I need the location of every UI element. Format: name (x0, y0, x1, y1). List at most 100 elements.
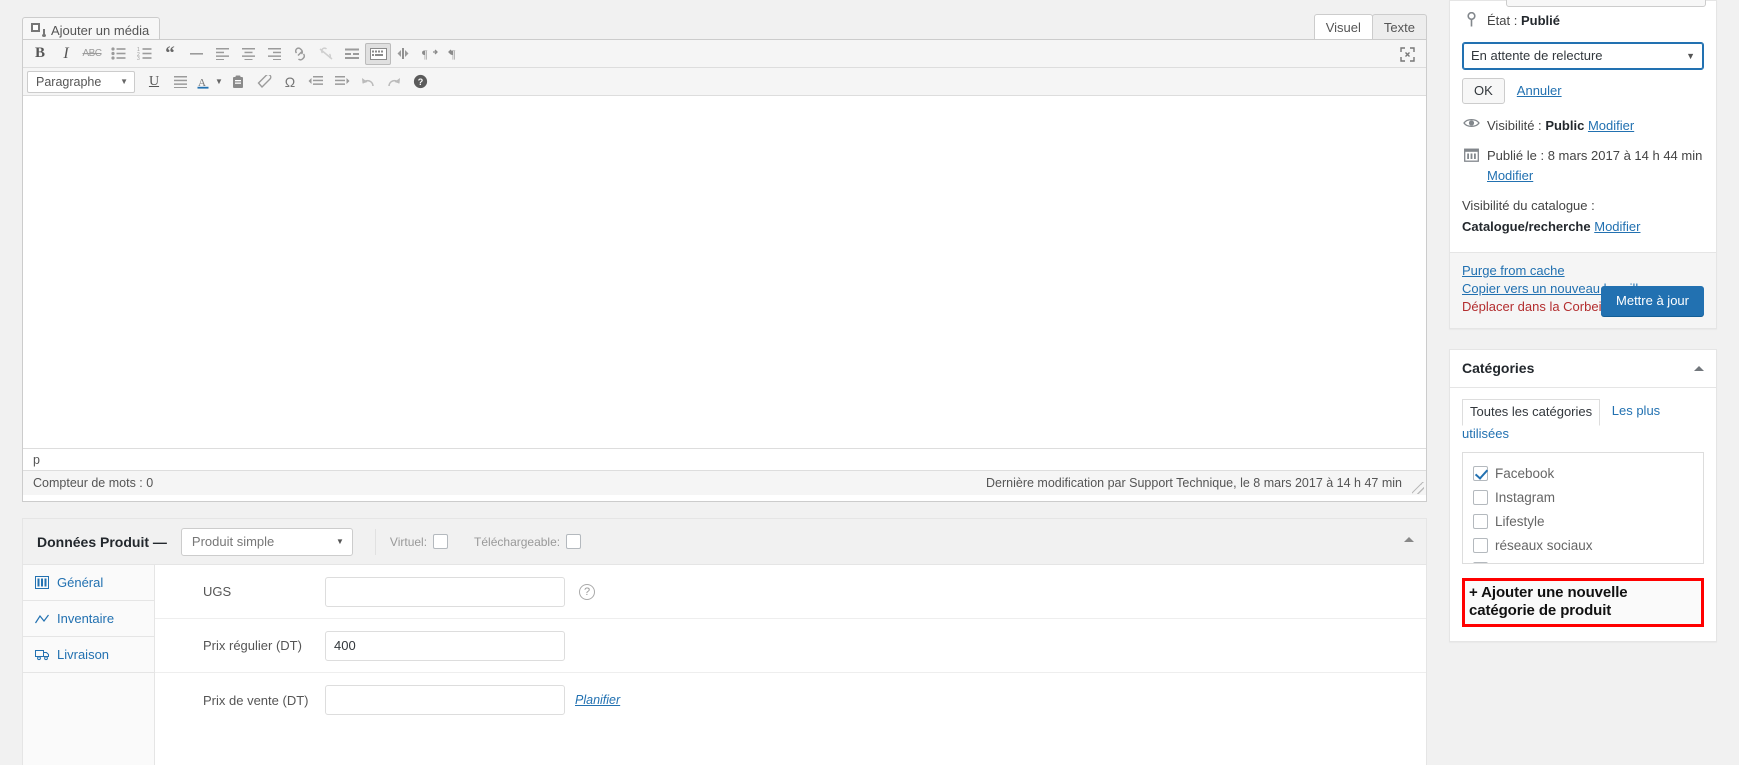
chevron-down-icon: ▼ (335, 537, 344, 546)
svg-text:?: ? (417, 77, 423, 87)
tab-general[interactable]: Général (23, 565, 154, 601)
state-value: Publié (1520, 13, 1560, 28)
read-more-icon[interactable] (339, 43, 365, 65)
media-icon (31, 23, 46, 37)
prix-vente-input[interactable] (325, 685, 565, 715)
special-character-icon[interactable]: Ω (277, 71, 303, 93)
category-checkbox-youtube[interactable] (1473, 561, 1488, 564)
tab-all-categories[interactable]: Toutes les catégories (1462, 398, 1601, 427)
product-data-title: Données Produit — (37, 533, 167, 550)
state-row: État : Publié (1462, 11, 1704, 31)
ugs-input[interactable] (325, 576, 565, 607)
align-left-icon[interactable] (209, 43, 235, 65)
bold-icon[interactable]: B (27, 43, 53, 65)
align-center-icon[interactable] (235, 43, 261, 65)
add-new-category-link[interactable]: + Ajouter une nouvelle catégorie de prod… (1469, 584, 1697, 619)
visibility-edit-link[interactable]: Modifier (1588, 118, 1634, 133)
editor-mode-tabs: Visuel Texte (1313, 14, 1427, 40)
schedule-link[interactable]: Planifier (575, 693, 620, 707)
category-label-facebook: Facebook (1495, 465, 1555, 481)
preview-row: Prévisualiser les modifications (1450, 0, 1718, 7)
element-path: p (23, 448, 1426, 470)
align-right-icon[interactable] (261, 43, 287, 65)
indent-icon[interactable] (329, 71, 355, 93)
visibility-text: Visibilité : Public Modifier (1487, 116, 1634, 136)
editor-content-area[interactable] (23, 96, 1426, 448)
list-item[interactable]: Youtube (1473, 557, 1693, 564)
categories-body: Toutes les catégories Les plus utilisées… (1450, 388, 1716, 641)
category-label-lifestyle: Lifestyle (1495, 513, 1545, 529)
list-item[interactable]: Facebook (1473, 461, 1693, 485)
catalog-visibility-edit-link[interactable]: Modifier (1594, 219, 1640, 234)
ugs-label: UGS (203, 584, 232, 599)
list-item[interactable]: réseaux sociaux (1473, 533, 1693, 557)
italic-icon[interactable]: I (53, 43, 79, 65)
tab-text[interactable]: Texte (1371, 14, 1427, 40)
purge-cache-link[interactable]: Purge from cache (1462, 263, 1704, 278)
category-checkbox-facebook[interactable] (1473, 465, 1488, 481)
tab-visual[interactable]: Visuel (1313, 14, 1373, 40)
category-checkbox-instagram[interactable] (1473, 489, 1488, 505)
list-item[interactable]: Lifestyle (1473, 509, 1693, 533)
status-cancel-link[interactable]: Annuler (1517, 83, 1562, 98)
blockquote-icon[interactable]: “ (157, 43, 183, 65)
justify-icon[interactable] (167, 71, 193, 93)
add-new-category-highlight[interactable]: + Ajouter une nouvelle catégorie de prod… (1462, 578, 1704, 627)
text-direction-icon[interactable] (391, 43, 417, 65)
bulleted-list-icon[interactable] (105, 43, 131, 65)
tab-livraison-label: Livraison (57, 647, 110, 662)
unlink-icon[interactable] (313, 43, 339, 65)
update-button[interactable]: Mettre à jour (1601, 285, 1704, 316)
status-ok-button[interactable]: OK (1462, 77, 1505, 104)
format-select[interactable]: Paragraphe ▼ (27, 70, 135, 93)
virtual-checkbox[interactable] (433, 534, 449, 549)
product-type-select[interactable]: Produit simple ▼ (180, 527, 353, 556)
word-count: Compteur de mots : 0 (33, 476, 154, 490)
keyboard-shortcuts-icon[interactable]: ? (407, 71, 433, 93)
category-checkbox-reseaux-sociaux[interactable] (1473, 537, 1488, 553)
paste-as-text-icon[interactable] (225, 71, 251, 93)
ltr-icon[interactable]: ¶ (417, 43, 443, 65)
format-select-value: Paragraphe (36, 74, 102, 89)
numbered-list-icon[interactable]: 123 (131, 43, 157, 65)
redo-icon[interactable] (381, 71, 407, 93)
svg-text:¶: ¶ (422, 47, 428, 60)
rtl-icon[interactable]: ¶ (443, 43, 469, 65)
strikethrough-icon[interactable]: ABC (79, 43, 105, 65)
svg-text:3: 3 (137, 56, 140, 60)
category-checkbox-lifestyle[interactable] (1473, 513, 1488, 529)
underline-icon[interactable]: U (141, 71, 167, 93)
category-checklist[interactable]: Facebook Instagram Lifestyle réseaux soc… (1462, 452, 1704, 565)
preview-changes-button[interactable]: Prévisualiser les modifications (1505, 0, 1706, 7)
downloadable-checkbox[interactable] (566, 534, 582, 549)
clear-formatting-icon[interactable] (251, 71, 277, 93)
help-icon[interactable]: ? (579, 583, 595, 600)
prix-regulier-label: Prix régulier (DT) (203, 638, 302, 653)
editor-status-bar: Compteur de mots : 0 Dernière modificati… (23, 470, 1426, 495)
catalog-visibility-value: Catalogue/recherche (1462, 218, 1591, 234)
calendar-icon (1462, 146, 1480, 162)
horizontal-rule-icon[interactable] (183, 43, 209, 65)
element-path-value: p (33, 453, 40, 467)
post-status-select[interactable]: En attente de relecture ▼ (1462, 41, 1704, 70)
outdent-icon[interactable] (303, 71, 329, 93)
state-text: État : Publié (1487, 11, 1560, 31)
toolbar-toggle-icon[interactable] (365, 42, 391, 65)
chevron-up-icon[interactable] (1694, 365, 1704, 371)
undo-icon[interactable] (355, 71, 381, 93)
text-color-dropdown-icon[interactable]: ▼ (213, 71, 225, 93)
visibility-row: Visibilité : Public Modifier (1462, 116, 1704, 136)
catalog-visibility-row: Visibilité du catalogue : Catalogue/rech… (1462, 196, 1704, 238)
publish-date-edit-link[interactable]: Modifier (1487, 168, 1533, 183)
status-actions: OK Annuler (1462, 77, 1704, 104)
tab-inventaire[interactable]: Inventaire (23, 601, 154, 637)
insert-link-icon[interactable] (287, 43, 313, 65)
prix-regulier-input[interactable] (325, 630, 565, 661)
text-color-icon[interactable]: A (193, 71, 213, 93)
tab-livraison[interactable]: Livraison (23, 637, 154, 673)
editor-resize-handle[interactable] (1412, 482, 1424, 494)
shipping-icon (35, 648, 49, 662)
panel-collapse-icon[interactable] (1404, 537, 1414, 542)
list-item[interactable]: Instagram (1473, 485, 1693, 509)
fullscreen-icon[interactable] (1394, 43, 1420, 65)
